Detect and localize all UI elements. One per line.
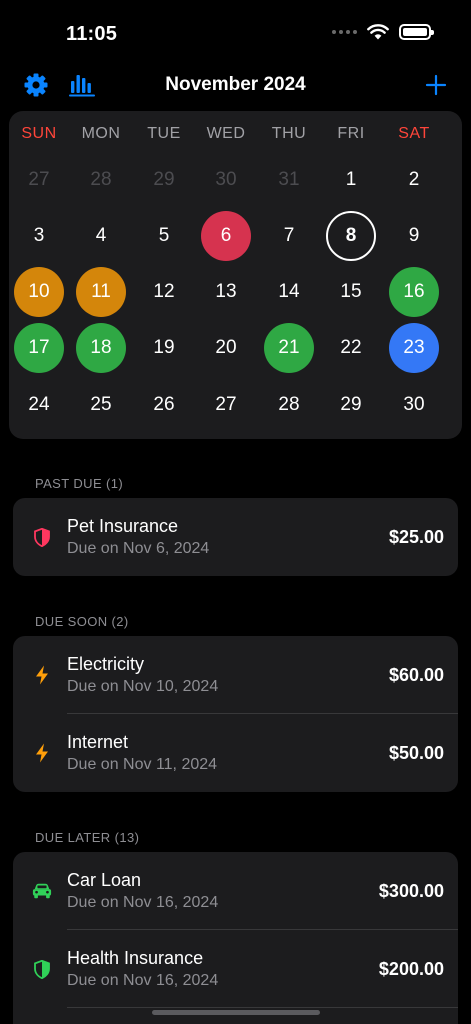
- calendar-day[interactable]: 15: [326, 267, 376, 317]
- calendar-day[interactable]: 7: [264, 211, 314, 261]
- bill-due-date: Due on Nov 16, 2024: [67, 972, 219, 989]
- bill-title: Pet Insurance: [67, 516, 179, 536]
- calendar-day[interactable]: 23: [389, 323, 439, 373]
- calendar-day[interactable]: 10: [14, 267, 64, 317]
- calendar-day[interactable]: 19: [139, 323, 189, 373]
- cellular-signal-icon: [332, 30, 357, 34]
- calendar-day: 30: [215, 169, 237, 190]
- calendar-day[interactable]: 3: [14, 211, 64, 261]
- status-icons: [332, 24, 434, 40]
- calendar-day[interactable]: 25: [76, 380, 126, 430]
- status-bar: 11:05: [0, 0, 471, 60]
- calendar-day: 27: [28, 169, 50, 190]
- calendar-day[interactable]: 16: [389, 267, 439, 317]
- weekday-mon: MON: [81, 125, 121, 142]
- calendar-day[interactable]: 9: [389, 211, 439, 261]
- bill-due-date: Due on Nov 11, 2024: [67, 756, 218, 773]
- bill-group-due-soon: Electricity Due on Nov 10, 2024 $60.00 Inte…: [13, 636, 458, 792]
- section-header-due-later: DUE LATER (13): [35, 830, 140, 845]
- weekday-sun: SUN: [21, 125, 57, 142]
- calendar-day[interactable]: 28: [264, 380, 314, 430]
- bill-amount: $60.00: [388, 665, 444, 685]
- calendar-day[interactable]: 20: [201, 323, 251, 373]
- bill-row[interactable]: Electricity Due on Nov 10, 2024 $60.00: [13, 636, 458, 714]
- bill-amount: $300.00: [378, 881, 444, 901]
- weekday-tue: TUE: [147, 125, 181, 142]
- bill-row[interactable]: Car Loan Due on Nov 16, 2024 $300.00: [13, 852, 458, 930]
- section-header-due-soon: DUE SOON (2): [35, 614, 129, 629]
- battery-icon: [399, 24, 434, 40]
- bill-title: Car Loan: [67, 870, 142, 890]
- bill-due-date: Due on Nov 10, 2024: [67, 678, 219, 695]
- bill-title: Internet: [67, 732, 129, 752]
- bolt-icon: [32, 742, 52, 764]
- calendar-day[interactable]: 12: [139, 267, 189, 317]
- bill-amount: $200.00: [378, 959, 444, 979]
- calendar-day[interactable]: 8: [326, 211, 376, 261]
- weekday-thu: THU: [271, 125, 307, 142]
- bolt-icon: [32, 664, 52, 686]
- bill-due-date: Due on Nov 16, 2024: [67, 894, 219, 911]
- calendar-day[interactable]: 11: [76, 267, 126, 317]
- row-divider: [67, 1007, 458, 1008]
- calendar-day[interactable]: 5: [139, 211, 189, 261]
- bill-group-due-later: Car Loan Due on Nov 16, 2024 $300.00 Health…: [13, 852, 458, 1024]
- calendar-day: 28: [90, 169, 112, 190]
- car-icon: [32, 880, 52, 902]
- calendar-day[interactable]: 22: [326, 323, 376, 373]
- calendar-day[interactable]: 18: [76, 323, 126, 373]
- month-calendar: SUN MON TUE WED THU FRI SAT 27 28 29 30 31 1 2 3 4 5 6 7 8…: [9, 111, 462, 439]
- bill-amount: $25.00: [388, 527, 444, 547]
- calendar-day[interactable]: 14: [264, 267, 314, 317]
- plus-icon: [425, 74, 447, 96]
- status-time: 11:05: [66, 23, 118, 45]
- calendar-day[interactable]: 29: [326, 380, 376, 430]
- add-bill-button[interactable]: [421, 70, 451, 100]
- bill-group-past-due: Pet Insurance Due on Nov 6, 2024 $25.00: [13, 498, 458, 576]
- weekday-fri: FRI: [337, 125, 365, 142]
- shield-icon: [32, 526, 52, 548]
- calendar-day[interactable]: 6: [201, 211, 251, 261]
- page-title: November 2024: [165, 74, 306, 95]
- bill-title: Health Insurance: [67, 948, 204, 968]
- shield-icon: [32, 958, 52, 980]
- calendar-day[interactable]: 26: [139, 380, 189, 430]
- calendar-day[interactable]: 1: [326, 155, 376, 205]
- calendar-day: 29: [153, 169, 175, 190]
- weekday-sat: SAT: [398, 125, 430, 142]
- weekday-wed: WED: [206, 125, 246, 142]
- calendar-day[interactable]: 4: [76, 211, 126, 261]
- home-indicator: [152, 1010, 320, 1015]
- wifi-icon: [367, 24, 389, 40]
- bill-amount: $50.00: [388, 743, 444, 763]
- nav-bar: November 2024: [0, 64, 471, 106]
- weekday-header: SUN MON TUE WED THU FRI SAT: [9, 125, 462, 145]
- calendar-day[interactable]: 30: [389, 380, 439, 430]
- calendar-day[interactable]: 21: [264, 323, 314, 373]
- calendar-day[interactable]: 27: [201, 380, 251, 430]
- calendar-day[interactable]: 24: [14, 380, 64, 430]
- calendar-day[interactable]: 17: [14, 323, 64, 373]
- bill-row[interactable]: Health Insurance Due on Nov 16, 2024 $200.…: [13, 930, 458, 1008]
- calendar-day: 31: [278, 169, 300, 190]
- bill-row[interactable]: Pet Insurance Due on Nov 6, 2024 $25.00: [13, 498, 458, 576]
- calendar-day[interactable]: 13: [201, 267, 251, 317]
- bill-title: Electricity: [67, 654, 145, 674]
- section-header-past-due: PAST DUE (1): [35, 476, 124, 491]
- bill-due-date: Due on Nov 6, 2024: [67, 540, 210, 557]
- calendar-day[interactable]: 2: [389, 155, 439, 205]
- bill-row[interactable]: Internet Due on Nov 11, 2024 $50.00: [13, 714, 458, 792]
